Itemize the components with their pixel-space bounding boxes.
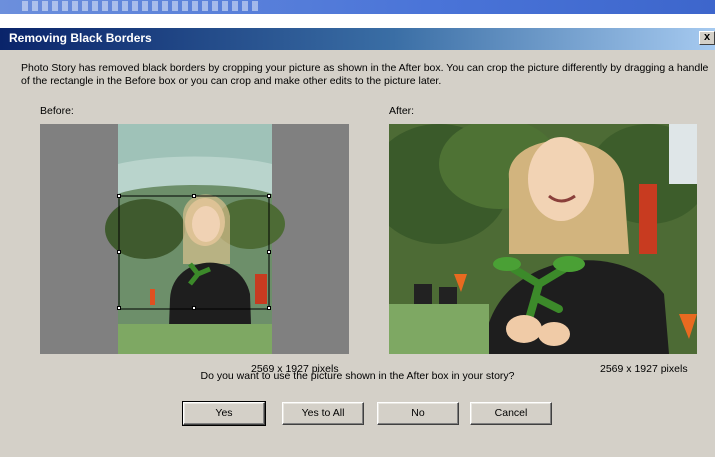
crop-handle-left[interactable] — [117, 250, 121, 254]
background-window-titlebar — [0, 0, 715, 14]
crop-handle-right[interactable] — [267, 250, 271, 254]
dialog-titlebar[interactable]: Removing Black Borders x — [0, 28, 715, 50]
before-label: Before: — [40, 105, 74, 117]
yes-to-all-button[interactable]: Yes to All — [282, 402, 364, 425]
no-button[interactable]: No — [377, 402, 459, 425]
crop-handle-top[interactable] — [192, 194, 196, 198]
yes-button[interactable]: Yes — [182, 401, 266, 426]
close-icon: x — [703, 31, 711, 43]
confirm-question: Do you want to use the picture shown in … — [200, 370, 515, 382]
before-picture — [105, 124, 285, 354]
close-button[interactable]: x — [699, 31, 715, 45]
crop-handle-top-left[interactable] — [117, 194, 121, 198]
crop-handle-bottom-right[interactable] — [267, 306, 271, 310]
cancel-button[interactable]: Cancel — [470, 402, 552, 425]
dialog-description: Photo Story has removed black borders by… — [21, 62, 709, 87]
dialog-title: Removing Black Borders — [9, 31, 152, 45]
crop-handle-bottom-left[interactable] — [117, 306, 121, 310]
after-label: After: — [389, 105, 415, 117]
removing-black-borders-dialog: Removing Black Borders x Photo Story has… — [0, 27, 715, 457]
crop-handle-bottom[interactable] — [192, 306, 196, 310]
before-picture-box[interactable] — [40, 124, 349, 354]
after-picture — [389, 124, 697, 354]
background-title-ghost — [22, 1, 262, 11]
after-picture-box — [389, 124, 697, 354]
crop-handle-top-right[interactable] — [267, 194, 271, 198]
